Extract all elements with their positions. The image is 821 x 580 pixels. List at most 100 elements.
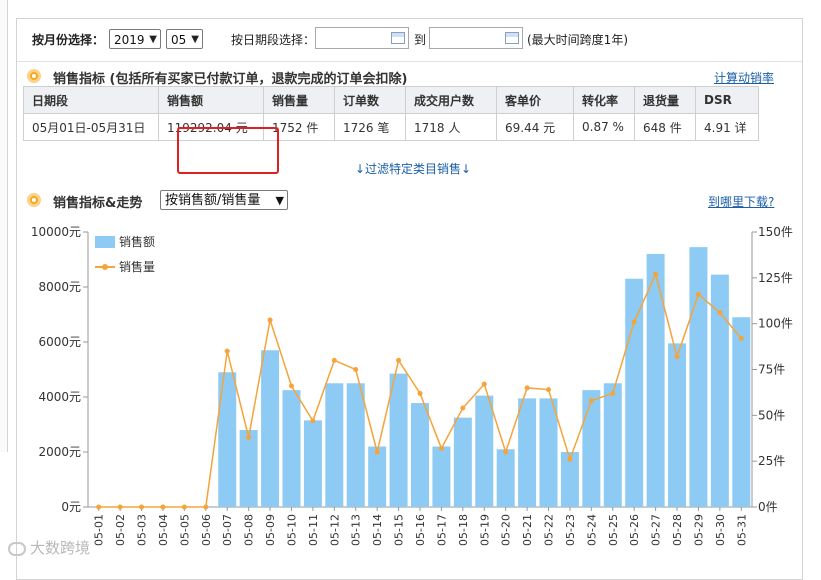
x-tick-label: 05-20	[500, 514, 513, 546]
point-sales-volume	[331, 357, 337, 363]
bar-sales-amount	[368, 446, 387, 507]
point-sales-volume	[267, 317, 273, 323]
x-tick-label: 05-12	[328, 514, 341, 546]
x-tick-label: 05-26	[628, 514, 641, 546]
x-tick-label: 05-18	[457, 514, 470, 546]
y-right-tick-label: 100件	[758, 317, 793, 331]
bar-sales-amount	[282, 390, 301, 507]
bar-sales-amount	[689, 247, 708, 507]
point-sales-volume	[588, 398, 594, 404]
x-tick-label: 05-29	[692, 514, 705, 546]
bar-sales-amount	[432, 446, 451, 507]
y-right-tick-label: 50件	[758, 408, 785, 422]
point-sales-volume	[224, 348, 230, 354]
x-tick-label: 05-13	[350, 514, 363, 546]
y-left-tick-label: 6000元	[38, 335, 81, 349]
point-sales-volume	[117, 504, 123, 510]
point-sales-volume	[417, 390, 423, 396]
bar-sales-amount	[475, 395, 494, 507]
x-tick-label: 05-07	[221, 514, 234, 546]
x-tick-label: 05-10	[285, 514, 298, 546]
x-tick-label: 05-14	[371, 514, 384, 546]
x-tick-label: 05-02	[114, 514, 127, 546]
x-tick-label: 05-21	[521, 514, 534, 546]
bar-sales-amount	[603, 383, 622, 507]
point-sales-volume	[353, 367, 359, 372]
legend-swatch-sales-amount	[95, 236, 115, 248]
point-sales-volume	[203, 504, 209, 510]
bar-sales-amount	[646, 254, 665, 507]
point-sales-volume	[503, 449, 509, 455]
legend-label-sales-amount: 销售额	[119, 234, 155, 249]
point-sales-volume	[396, 357, 402, 363]
point-sales-volume	[674, 354, 680, 360]
y-right-tick-label: 0件	[758, 500, 778, 514]
x-tick-label: 05-08	[243, 514, 256, 546]
x-tick-label: 05-23	[564, 514, 577, 546]
point-sales-volume	[717, 310, 723, 316]
y-right-tick-label: 125件	[758, 271, 793, 285]
y-left-tick-label: 10000元	[31, 225, 81, 239]
point-sales-volume	[738, 335, 744, 341]
x-tick-label: 05-27	[650, 514, 663, 546]
bar-sales-amount	[261, 350, 280, 507]
x-tick-label: 05-24	[585, 514, 598, 546]
point-sales-volume	[460, 405, 466, 411]
x-tick-label: 05-04	[157, 514, 170, 546]
x-tick-label: 05-16	[414, 514, 427, 546]
bar-sales-amount	[389, 373, 408, 507]
point-sales-volume	[631, 319, 637, 325]
point-sales-volume	[139, 504, 145, 510]
bar-sales-amount	[325, 383, 344, 507]
point-sales-volume	[546, 387, 552, 393]
x-tick-label: 05-28	[671, 514, 684, 546]
point-sales-volume	[524, 385, 530, 391]
x-tick-label: 05-25	[607, 514, 620, 546]
point-sales-volume	[246, 434, 252, 440]
x-tick-label: 05-03	[136, 514, 149, 546]
x-tick-label: 05-05	[178, 514, 191, 546]
x-tick-label: 05-06	[200, 514, 213, 546]
x-tick-label: 05-09	[264, 514, 277, 546]
legend-marker-sales-volume	[102, 264, 108, 270]
point-sales-volume	[653, 271, 659, 277]
x-tick-label: 05-17	[435, 514, 448, 546]
y-right-tick-label: 150件	[758, 225, 793, 239]
sales-trend-chart: 0元 2000元 4000元 6000元 8000元 10000元 0件 25件 50件 75件 1…	[31, 225, 793, 546]
watermark: 大数跨境	[8, 537, 90, 558]
point-sales-volume	[610, 390, 616, 396]
point-sales-volume	[160, 504, 166, 510]
x-tick-label: 05-30	[714, 514, 727, 546]
point-sales-volume	[567, 456, 573, 462]
x-tick-label: 05-19	[478, 514, 491, 546]
y-left-tick-label: 0元	[61, 500, 81, 514]
bar-sales-amount	[496, 449, 515, 507]
x-tick-label: 05-15	[393, 514, 406, 546]
x-tick-label: 05-31	[735, 514, 748, 546]
point-sales-volume	[695, 291, 701, 297]
point-sales-volume	[181, 504, 187, 510]
x-tick-label: 05-22	[543, 514, 556, 546]
point-sales-volume	[96, 504, 102, 510]
point-sales-volume	[438, 445, 444, 451]
bar-sales-amount	[582, 390, 601, 507]
bar-sales-amount	[710, 274, 729, 507]
x-tick-label: 05-11	[307, 514, 320, 546]
point-sales-volume	[310, 418, 316, 424]
y-right-tick-label: 75件	[758, 363, 785, 377]
bar-sales-amount	[453, 417, 472, 507]
y-left-tick-label: 2000元	[38, 445, 81, 459]
bar-sales-amount	[625, 278, 644, 507]
bar-sales-amount	[732, 317, 751, 507]
bar-sales-amount	[303, 420, 322, 507]
bar-sales-amount	[239, 430, 258, 507]
point-sales-volume	[374, 449, 380, 455]
bar-sales-amount	[668, 343, 687, 507]
legend-label-sales-volume: 销售量	[119, 259, 155, 274]
y-left-tick-label: 8000元	[38, 280, 81, 294]
point-sales-volume	[481, 381, 487, 387]
watermark-logo-icon	[8, 541, 26, 556]
y-right-tick-label: 25件	[758, 454, 785, 468]
bar-sales-amount	[518, 398, 537, 507]
bar-sales-amount	[539, 398, 558, 507]
